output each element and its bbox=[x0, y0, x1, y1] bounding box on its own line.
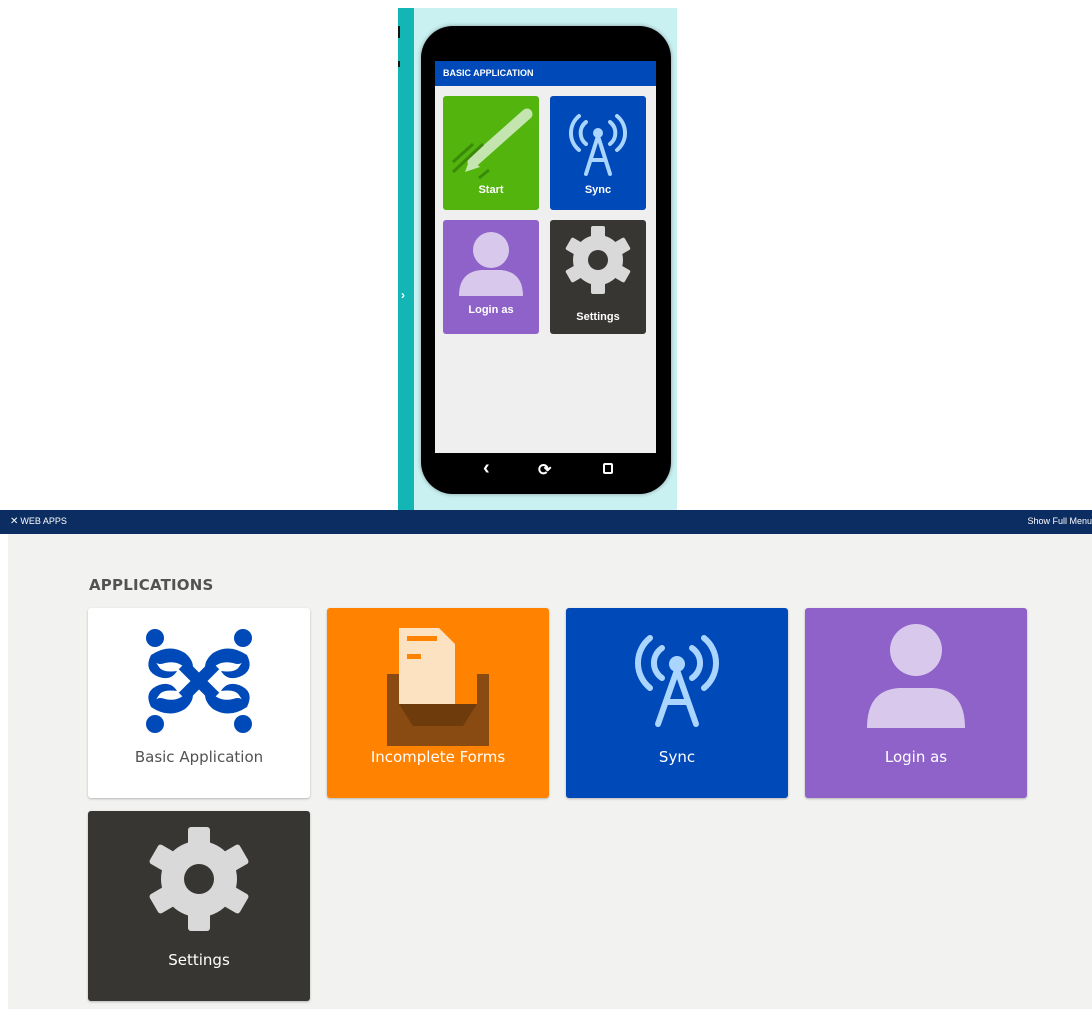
phone-tile-start[interactable]: Start bbox=[443, 96, 539, 210]
gear-icon bbox=[149, 827, 249, 931]
show-full-menu-link[interactable]: Show Full Menu bbox=[1027, 516, 1092, 526]
phone-screen: BASIC APPLICATION Start Sync Login as Se… bbox=[435, 61, 656, 453]
tile-label: Settings bbox=[168, 951, 230, 969]
tile-incomplete-forms[interactable]: Incomplete Forms bbox=[327, 608, 549, 798]
phone-device: BASIC APPLICATION Start Sync Login as Se… bbox=[421, 26, 671, 494]
page-title: APPLICATIONS bbox=[89, 576, 214, 594]
brand[interactable]: ✕ WEB APPS bbox=[10, 516, 67, 527]
square-icon[interactable] bbox=[603, 463, 613, 474]
edge-mark bbox=[398, 26, 400, 38]
tile-settings[interactable]: Settings bbox=[88, 811, 310, 1001]
phone-preview-panel: › BASIC APPLICATION Start Sync Login as … bbox=[398, 8, 677, 510]
tile-sync[interactable]: Sync bbox=[566, 608, 788, 798]
tile-login-as[interactable]: Login as bbox=[805, 608, 1027, 798]
back-icon[interactable]: ‹ bbox=[483, 457, 490, 480]
brand-label: WEB APPS bbox=[20, 516, 67, 526]
phone-tile-sync[interactable]: Sync bbox=[550, 96, 646, 210]
gear-icon bbox=[565, 226, 631, 294]
web-apps-logo-icon: ✕ bbox=[10, 516, 19, 527]
tile-label: Sync bbox=[658, 748, 696, 766]
phone-tile-label: Sync bbox=[584, 184, 612, 196]
antenna-icon bbox=[635, 635, 719, 727]
phone-tile-label: Start bbox=[478, 184, 504, 196]
tile-label: Incomplete Forms bbox=[370, 748, 506, 766]
inbox-forms-icon bbox=[387, 628, 489, 746]
phone-tile-label: Login as bbox=[468, 304, 514, 316]
user-icon bbox=[459, 232, 523, 296]
phone-app-title: BASIC APPLICATION bbox=[435, 61, 656, 86]
antenna-icon bbox=[568, 114, 628, 176]
commcare-logo-icon bbox=[146, 629, 252, 733]
phone-tile-settings[interactable]: Settings bbox=[550, 220, 646, 334]
user-icon bbox=[867, 624, 965, 728]
preview-collapse-handle[interactable]: › bbox=[398, 8, 414, 510]
phone-tile-login-as[interactable]: Login as bbox=[443, 220, 539, 334]
tile-label: Basic Application bbox=[134, 748, 264, 766]
refresh-icon[interactable]: ⟳ bbox=[538, 460, 551, 480]
phone-tile-label: Settings bbox=[576, 311, 620, 323]
edge-mark bbox=[398, 61, 400, 67]
pencil-icon bbox=[451, 108, 533, 180]
tile-label: Login as bbox=[884, 748, 948, 766]
tile-basic-application[interactable]: Basic Application bbox=[88, 608, 310, 798]
top-navbar: ✕ WEB APPS Show Full Menu bbox=[0, 510, 1092, 534]
chevron-right-icon[interactable]: › bbox=[401, 288, 405, 302]
